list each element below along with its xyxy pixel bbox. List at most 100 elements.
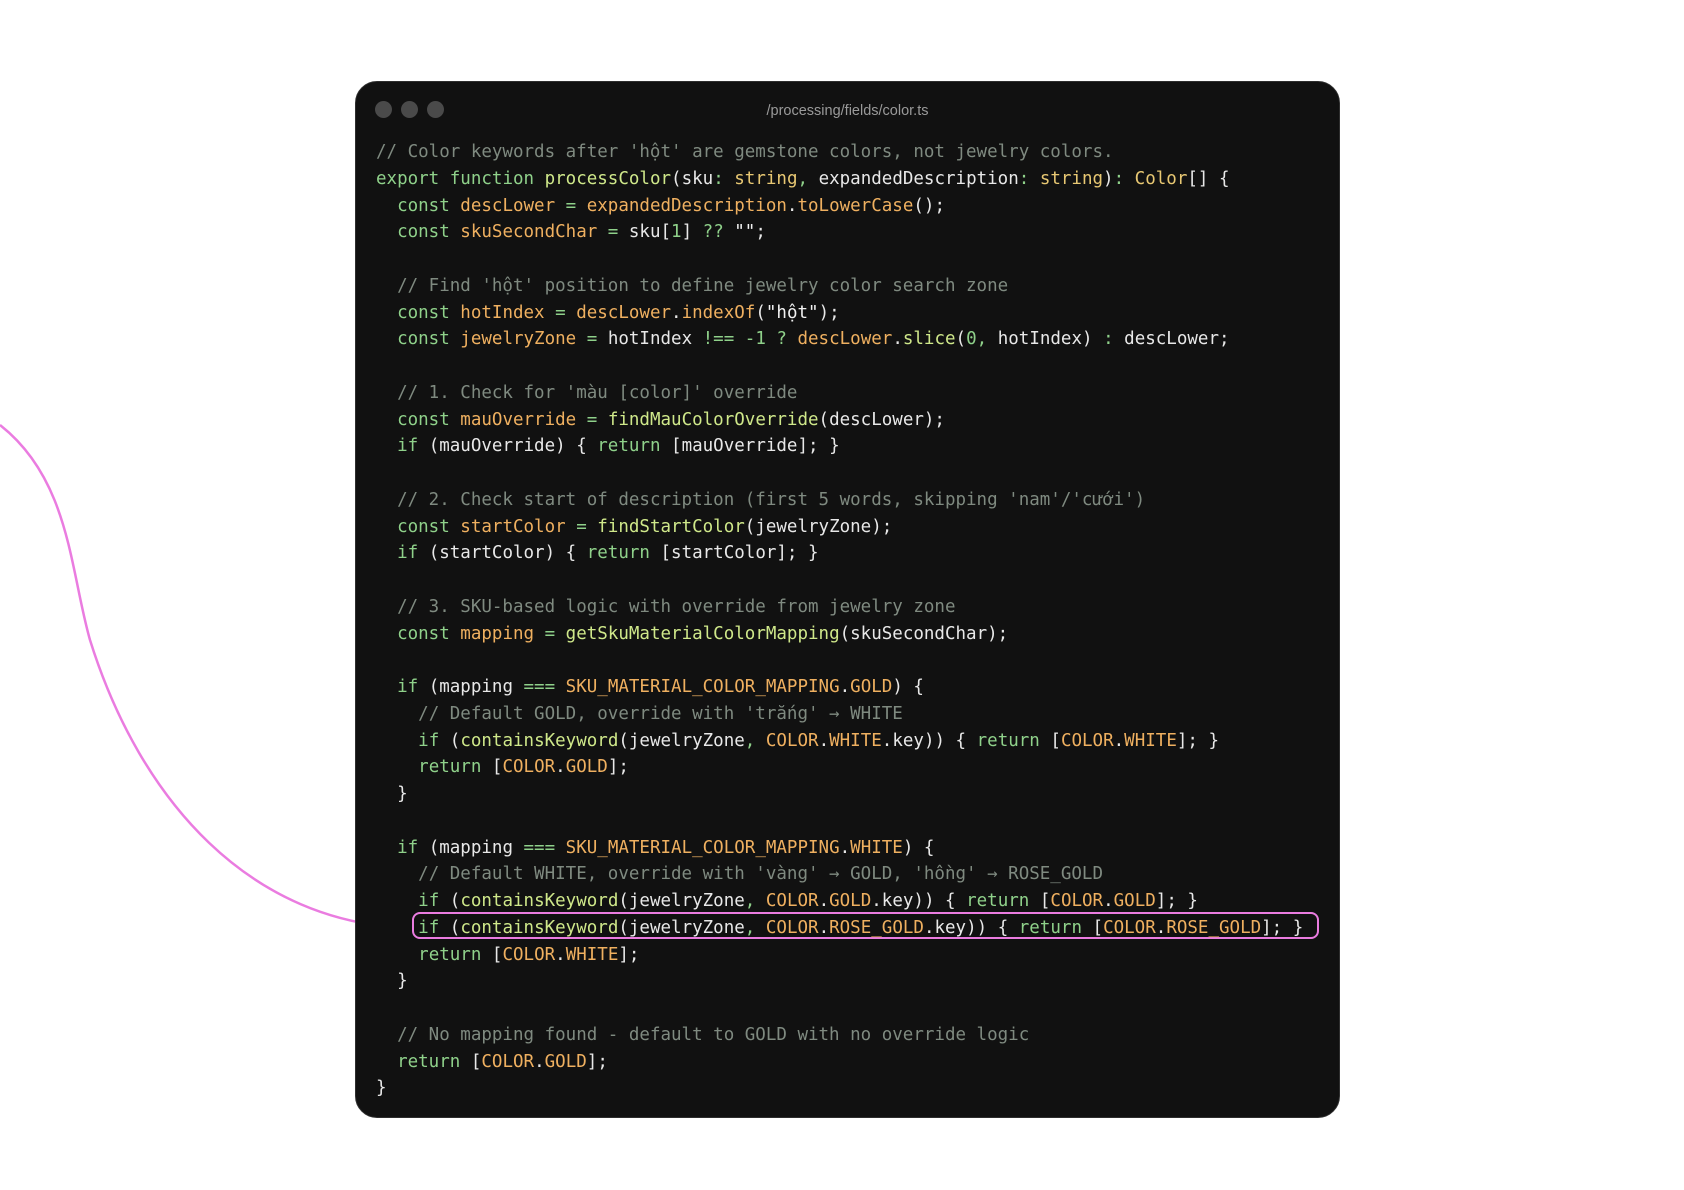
code-token: .: [671, 302, 682, 323]
code-token: (jewelryZone);: [744, 516, 893, 537]
code-token: findStartColor: [597, 516, 745, 537]
code-token: if: [397, 837, 429, 858]
code-token: ]: [681, 222, 703, 243]
code-token: );: [818, 302, 840, 323]
code-token: // 1. Check for 'màu [color]' override: [397, 382, 798, 403]
code-token: expandedDescription: [586, 195, 787, 216]
code-token: const: [397, 222, 461, 243]
code-token: (jewelryZone: [618, 917, 745, 938]
code-token: (jewelryZone: [618, 891, 745, 911]
code-token: .key)) {: [881, 730, 977, 751]
code-token: descLower: [576, 302, 672, 323]
code-token: COLOR: [502, 757, 556, 778]
file-path-title: /processing/fields/color.ts: [766, 103, 929, 119]
code-token: COLOR: [481, 1051, 535, 1072]
code-line: if (mapping === SKU_MATERIAL_COLOR_MAPPI…: [376, 836, 934, 860]
code-token: ;: [755, 222, 766, 243]
code-token: .: [786, 195, 798, 216]
code-line: return [COLOR.GOLD];: [376, 755, 629, 779]
code-token: =: [576, 329, 608, 350]
code-token: COLOR: [1060, 730, 1114, 751]
code-token: =: [565, 516, 598, 537]
code-token: (: [449, 891, 461, 911]
code-token: :: [1103, 329, 1125, 350]
code-token: SKU_MATERIAL_COLOR_MAPPING: [565, 837, 840, 858]
code-token: }: [376, 971, 408, 992]
code-token: ]; }: [1176, 730, 1220, 751]
code-token: GOLD: [544, 1051, 587, 1072]
code-token: return: [976, 730, 1051, 751]
code-token: (descLower);: [818, 409, 945, 430]
code-token: const: [397, 409, 461, 430]
code-token: // Default WHITE, override with 'vàng' →…: [418, 864, 1103, 885]
code-token: return: [397, 1051, 471, 1072]
code-token: ];: [607, 757, 629, 778]
code-line: }: [376, 782, 408, 806]
code-token: // Color keywords after 'hột' are gemsto…: [376, 142, 1114, 162]
code-token: }: [376, 1078, 387, 1099]
code-token: .: [818, 891, 830, 911]
code-token: -1: [744, 329, 766, 350]
code-token: ]; }: [1155, 891, 1198, 911]
code-token: ]; }: [1261, 917, 1304, 938]
code-token: ROSE_GOLD: [1166, 917, 1262, 938]
code-line: if (startColor) { return [startColor]; }: [376, 541, 819, 565]
code-token: [: [1092, 917, 1104, 938]
code-token: ,: [797, 168, 819, 189]
code-token: COLOR: [765, 917, 819, 938]
code-token: .: [555, 944, 566, 965]
code-token: GOLD: [1113, 891, 1156, 911]
code-token: (jewelryZone: [618, 730, 745, 751]
code-token: }: [376, 784, 408, 804]
code-line: export function processColor(sku: string…: [376, 167, 1230, 191]
code-token: ,: [744, 891, 766, 911]
code-token: =: [534, 623, 566, 644]
code-token: .: [1103, 891, 1114, 911]
code-token: hotIndex): [997, 329, 1104, 350]
code-line: if (containsKeyword(jewelryZone, COLOR.W…: [376, 729, 1219, 753]
code-token: .: [534, 1051, 545, 1072]
code-token: findMauColorOverride: [607, 409, 819, 430]
code-token: // No mapping found - default to GOLD wi…: [397, 1024, 1030, 1045]
code-token: COLOR: [765, 730, 819, 751]
code-token: 1: [671, 222, 682, 243]
code-token: =: [555, 195, 587, 216]
code-token: ,: [744, 730, 766, 751]
code-token: WHITE: [565, 944, 619, 965]
code-token: return: [586, 543, 661, 564]
code-token: if: [397, 436, 429, 457]
code-token: const: [397, 623, 461, 644]
code-token: ,: [744, 917, 766, 938]
code-token: .: [555, 757, 566, 778]
code-token: indexOf: [681, 302, 756, 323]
code-token: jewelryZone: [460, 329, 577, 350]
code-line: return [COLOR.GOLD];: [376, 1050, 608, 1074]
code-line: // Default WHITE, override with 'vàng' →…: [376, 862, 1103, 886]
code-token: .: [892, 329, 903, 350]
code-token: return: [418, 944, 492, 965]
code-token: :: [1018, 168, 1040, 189]
code-token: sku[: [628, 222, 672, 243]
code-token: const: [397, 329, 461, 350]
code-token: return: [966, 891, 1040, 911]
code-line: // 1. Check for 'màu [color]' override: [376, 381, 797, 405]
code-token: (sku: [671, 168, 714, 189]
code-token: hotIndex: [460, 302, 545, 323]
code-token: containsKeyword: [460, 891, 619, 911]
code-token: (mapping: [428, 837, 524, 858]
code-token: [startColor]; }: [660, 543, 819, 564]
code-token: const: [397, 302, 461, 323]
code-token: COLOR: [1050, 891, 1104, 911]
code-token: string: [734, 168, 798, 189]
code-token: (: [449, 917, 461, 938]
code-token: [: [491, 944, 503, 965]
code-token: 0: [966, 329, 977, 350]
